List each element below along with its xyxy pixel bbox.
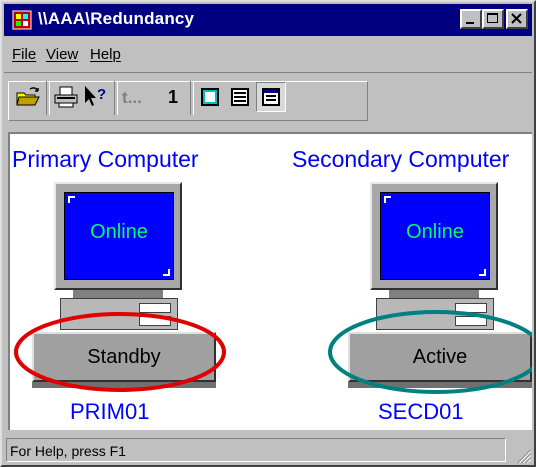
redundancy-window: \\AAA\Redundancy File View Help ? t... 1…: [0, 0, 536, 467]
close-icon: [511, 13, 522, 24]
status-bar: For Help, press F1: [6, 436, 532, 464]
back-icon: t...: [122, 88, 142, 107]
window-title: \\AAA\Redundancy: [38, 9, 195, 28]
list-view-button[interactable]: [226, 83, 254, 111]
maximize-button[interactable]: [482, 9, 504, 29]
context-help-icon: ?: [85, 86, 106, 106]
maximize-icon: [487, 13, 498, 23]
print-button[interactable]: [52, 83, 80, 111]
number-icon: 1: [168, 87, 178, 107]
svg-text:?: ?: [97, 86, 106, 103]
resize-grip-icon[interactable]: [514, 446, 532, 464]
print-icon: [54, 86, 78, 108]
status-text: For Help, press F1: [10, 443, 126, 459]
menu-help[interactable]: Help: [90, 46, 121, 63]
detail-view-icon: [262, 88, 280, 106]
app-icon[interactable]: [12, 10, 32, 30]
secondary-highlight-ellipse: [328, 310, 532, 394]
menu-file[interactable]: File: [12, 46, 36, 63]
open-icon: [16, 87, 40, 106]
toolbar-separator: [46, 81, 50, 115]
menu-bar: File View Help: [4, 38, 532, 66]
primary-highlight-ellipse: [14, 312, 226, 392]
title-bar[interactable]: \\AAA\Redundancy: [4, 4, 532, 36]
computer-view: Primary Computer Online Standby PRIM01 S…: [8, 132, 532, 430]
number-button[interactable]: 1: [164, 83, 184, 111]
back-button[interactable]: t...: [120, 83, 160, 111]
menu-view[interactable]: View: [46, 46, 78, 63]
context-help-button[interactable]: ?: [82, 83, 110, 111]
open-button[interactable]: [14, 83, 42, 111]
toolbar: ? t... 1: [4, 72, 532, 126]
list-view-icon: [231, 88, 249, 106]
detail-view-button[interactable]: [256, 82, 286, 112]
close-button[interactable]: [506, 9, 528, 29]
minimize-button[interactable]: [460, 9, 482, 29]
toolbar-separator: [190, 81, 194, 115]
tile-view-icon: [201, 88, 219, 106]
minimize-icon: [466, 22, 474, 24]
tile-view-button[interactable]: [196, 83, 224, 111]
highlight-overlay: [14, 310, 532, 394]
toolbar-separator: [114, 81, 118, 115]
back-label: t...: [122, 88, 142, 107]
status-panel: For Help, press F1: [6, 438, 506, 462]
number-label: 1: [168, 87, 178, 107]
